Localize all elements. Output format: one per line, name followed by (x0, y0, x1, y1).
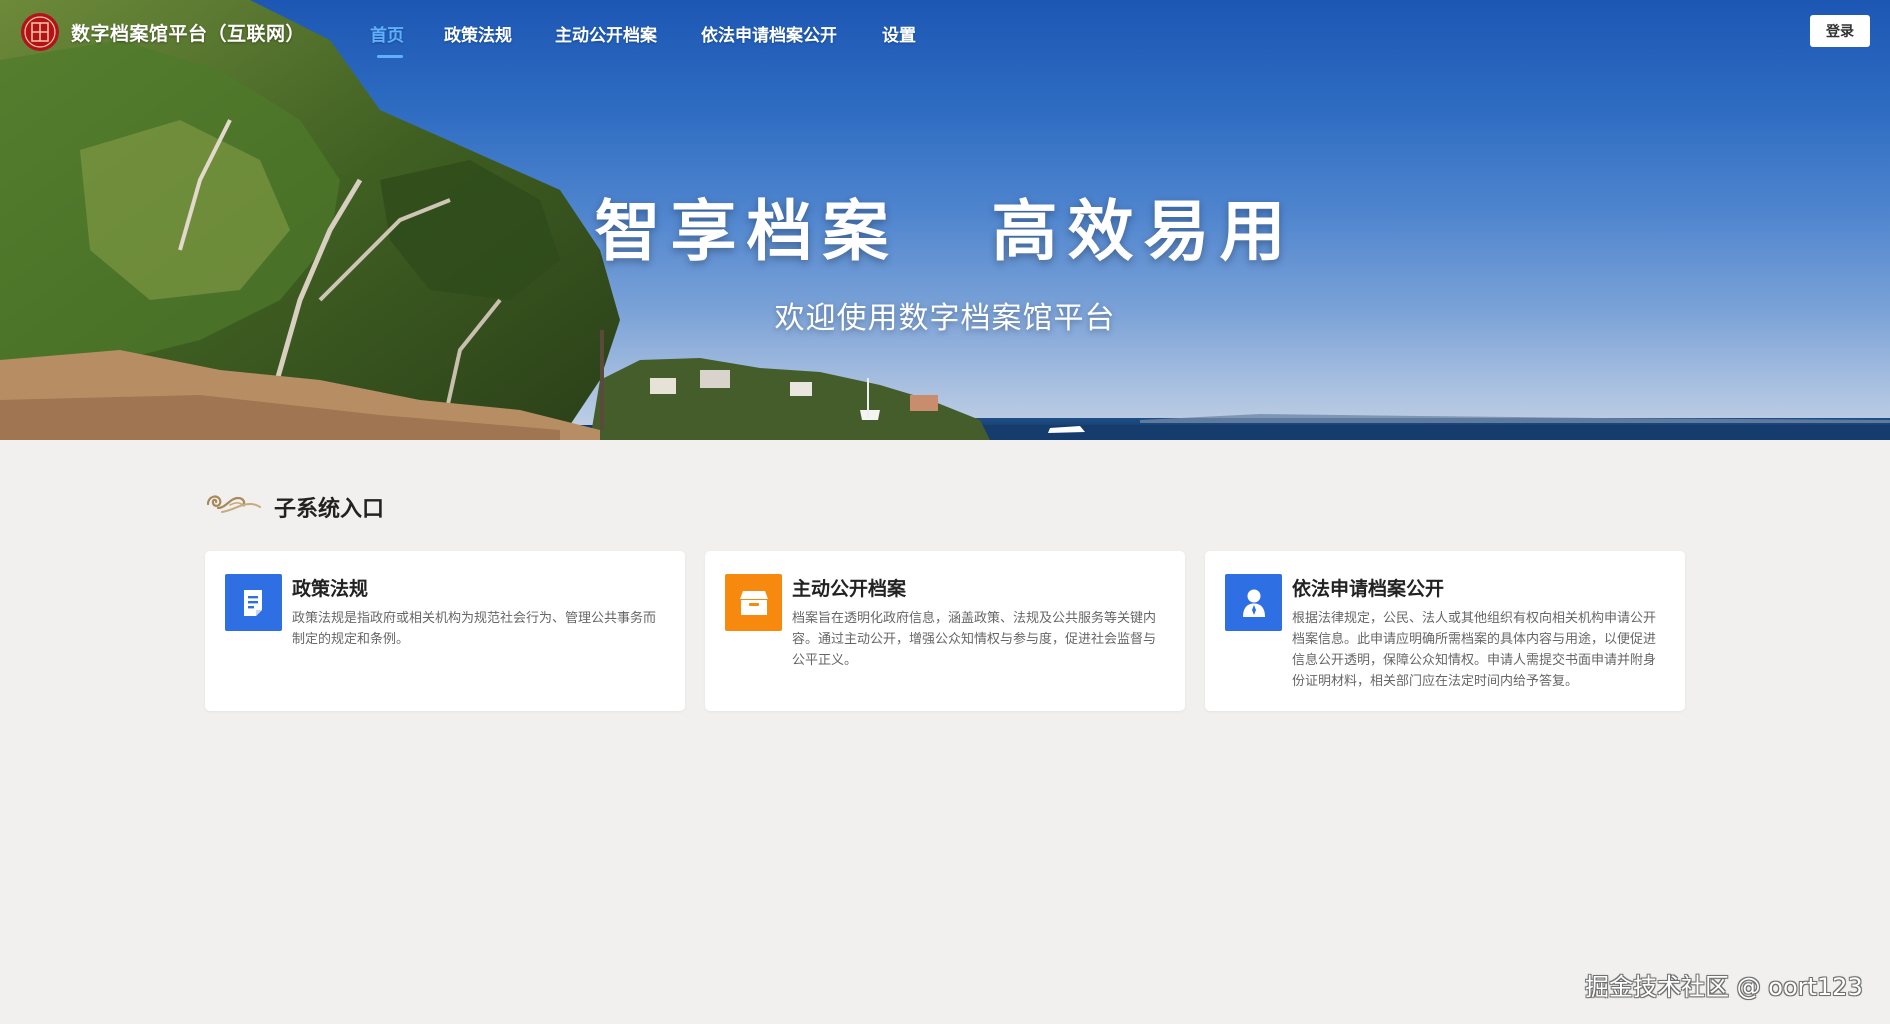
card-title: 主动公开档案 (792, 578, 907, 600)
user-icon (1225, 574, 1282, 631)
nav-item-policy[interactable]: 政策法规 (444, 21, 512, 46)
site-title[interactable]: 数字档案馆平台（互联网） (71, 19, 305, 46)
nav-item-apply-disclosure[interactable]: 依法申请档案公开 (701, 21, 837, 46)
subsystem-card-public-archives[interactable]: 主动公开档案 档案旨在透明化政府信息，涵盖政策、法规及公共服务等关键内容。通过主… (705, 551, 1185, 711)
subsystem-card-apply-disclosure[interactable]: 依法申请档案公开 根据法律规定，公民、法人或其他组织有权向相关机构申请公开档案信… (1205, 551, 1685, 711)
hero-subtitle: 欢迎使用数字档案馆平台 (774, 301, 1116, 336)
card-title: 依法申请档案公开 (1292, 578, 1445, 600)
card-title: 政策法规 (292, 578, 369, 600)
subsystem-card-policy[interactable]: 政策法规 政策法规是指政府或相关机构为规范社会行为、管理公共事务而制定的规定和条… (205, 551, 685, 711)
document-icon (225, 574, 282, 631)
nav-item-public-archives[interactable]: 主动公开档案 (555, 21, 657, 46)
nav-active-indicator (377, 55, 403, 58)
box-icon (725, 574, 782, 631)
archive-logo-icon[interactable] (20, 12, 60, 52)
watermark: 掘金技术社区 @ oort123 (1585, 973, 1863, 1001)
card-description: 档案旨在透明化政府信息，涵盖政策、法规及公共服务等关键内容。通过主动公开，增强公… (792, 611, 1157, 668)
nav-item-home[interactable]: 首页 (370, 21, 404, 46)
login-button[interactable]: 登录 (1810, 15, 1870, 47)
hero-banner: 数字档案馆平台（互联网） 首页 政策法规 主动公开档案 依法申请档案公开 设置 … (0, 0, 1890, 440)
card-description: 根据法律规定，公民、法人或其他组织有权向相关机构申请公开档案信息。此申请应明确所… (1292, 611, 1657, 689)
cloud-ornament-icon (206, 495, 261, 513)
nav-item-settings[interactable]: 设置 (882, 21, 916, 46)
card-description: 政策法规是指政府或相关机构为规范社会行为、管理公共事务而制定的规定和条例。 (292, 611, 657, 647)
hero-title: 智享档案 高效易用 (594, 193, 1296, 270)
section-title: 子系统入口 (274, 497, 385, 522)
top-navigation: 数字档案馆平台（互联网） 首页 政策法规 主动公开档案 依法申请档案公开 设置 … (0, 0, 1890, 64)
